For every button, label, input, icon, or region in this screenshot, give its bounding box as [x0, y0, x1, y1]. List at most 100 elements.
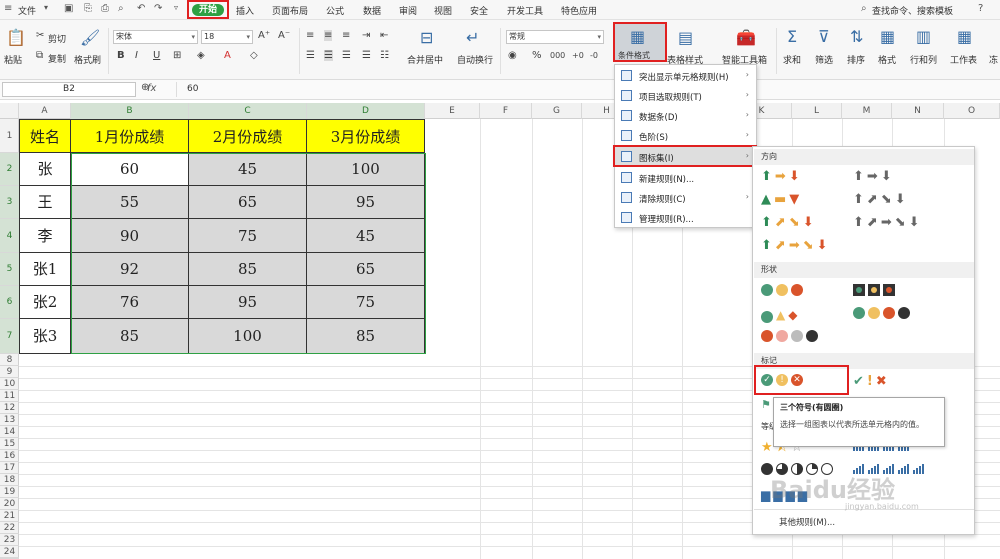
column-header-l[interactable]: L	[792, 103, 842, 119]
icon-set-3-arrows-gray[interactable]: ⬆ ➡ ⬇	[853, 169, 895, 187]
format-button[interactable]: 格式	[878, 53, 896, 66]
more-rules-item[interactable]: 其他规则(M)...	[779, 516, 835, 528]
icon-set-3-traffic-lights-rimmed[interactable]	[853, 284, 898, 302]
font-grow-icon[interactable]: A⁺	[258, 30, 270, 41]
column-header-c[interactable]: C	[189, 103, 307, 119]
worksheet-button[interactable]: 工作表	[950, 53, 977, 66]
table-cell[interactable]: 90	[71, 219, 189, 253]
tab-developer[interactable]: 开发工具	[507, 4, 543, 17]
icon-set-3-traffic-lights[interactable]	[761, 284, 806, 302]
table-cell[interactable]: 65	[307, 253, 425, 286]
column-header-b[interactable]: B	[71, 103, 189, 119]
table-cell[interactable]: 75	[307, 286, 425, 319]
formula-input[interactable]: 60	[176, 82, 1000, 97]
table-cell[interactable]: 92	[71, 253, 189, 286]
row-header[interactable]: 20	[0, 498, 19, 510]
tab-home[interactable]: 开始	[192, 4, 224, 16]
merge-center-icon[interactable]: ⊟	[420, 28, 433, 47]
name-box[interactable]: B2	[2, 82, 136, 97]
column-header-n[interactable]: N	[892, 103, 944, 119]
copy-button[interactable]: 复制	[48, 52, 66, 65]
table-cell[interactable]: 65	[189, 186, 307, 219]
row-header[interactable]: 13	[0, 414, 19, 426]
redo-icon[interactable]: ↷	[154, 3, 162, 14]
row-header[interactable]: 4	[0, 219, 19, 253]
sort-icon[interactable]: ⇅	[850, 27, 863, 46]
table-cell[interactable]: 95	[307, 186, 425, 219]
fill-color-icon[interactable]: ◈	[197, 50, 205, 61]
font-name-select[interactable]: 宋体 ▾	[113, 30, 198, 44]
row-header[interactable]: 19	[0, 486, 19, 498]
row-header[interactable]: 24	[0, 546, 19, 558]
table-cell[interactable]: 45	[307, 219, 425, 253]
column-header-e[interactable]: E	[425, 103, 480, 119]
filter-button[interactable]: 筛选	[815, 53, 833, 66]
worksheet-icon[interactable]: ▦	[957, 27, 972, 46]
icon-set-4-arrows-colored[interactable]: ⬆ ⬈ ⬊ ⬇	[761, 215, 817, 233]
column-header-o[interactable]: O	[944, 103, 1000, 119]
italic-icon[interactable]: I	[135, 50, 138, 61]
currency-icon[interactable]: ◉	[508, 50, 517, 61]
table-cell[interactable]: 张	[19, 153, 71, 186]
font-color-icon[interactable]: A	[224, 50, 231, 61]
underline-icon[interactable]: U	[153, 50, 160, 61]
align-right-icon[interactable]: ☰	[342, 50, 351, 61]
column-header-d[interactable]: D	[307, 103, 425, 119]
align-left-icon[interactable]: ☰	[306, 50, 315, 61]
table-cell[interactable]: 85	[189, 253, 307, 286]
preview-icon[interactable]: ⌕	[118, 3, 124, 14]
number-format-select[interactable]: 常规 ▾	[506, 30, 604, 44]
align-bottom-icon[interactable]: ≡	[342, 30, 350, 41]
export-icon[interactable]: ⎘	[84, 3, 92, 14]
row-header[interactable]: 10	[0, 378, 19, 390]
table-cell[interactable]: 85	[71, 319, 189, 354]
menu-item-color-scales[interactable]: 色阶(S) ›	[615, 126, 756, 146]
freeze-button[interactable]: 冻	[989, 53, 998, 66]
icon-set-3-arrows-colored[interactable]: ⬆ ➡ ⬇	[761, 169, 803, 187]
row-header[interactable]: 1	[0, 119, 19, 153]
menu-item-manage-rules[interactable]: 管理规则(R)...	[615, 208, 756, 228]
undo-icon[interactable]: ↶	[137, 3, 145, 14]
font-shrink-icon[interactable]: A⁻	[278, 30, 290, 41]
print-icon[interactable]: ⎙	[101, 3, 109, 14]
table-cell[interactable]: 100	[189, 319, 307, 354]
paste-button[interactable]: 粘贴	[4, 53, 22, 66]
table-cell[interactable]: 76	[71, 286, 189, 319]
menu-item-data-bars[interactable]: 数据条(D) ›	[615, 106, 756, 126]
row-header[interactable]: 14	[0, 426, 19, 438]
row-header[interactable]: 15	[0, 438, 19, 450]
border-icon[interactable]: ⊞	[173, 50, 181, 61]
table-header-cell[interactable]: 2月份成绩	[189, 119, 307, 153]
menu-item-top-bottom-rules[interactable]: 项目选取规则(T) ›	[615, 86, 756, 106]
tab-page-layout[interactable]: 页面布局	[272, 4, 308, 17]
merge-center-button[interactable]: 合并居中	[407, 53, 443, 66]
tab-view[interactable]: 视图	[434, 4, 452, 17]
font-size-select[interactable]: 18 ▾	[201, 30, 253, 44]
paste-icon[interactable]: 📋	[6, 28, 26, 47]
row-header[interactable]: 2	[0, 153, 19, 186]
toolbox-icon[interactable]: 🧰	[736, 28, 756, 47]
tab-data[interactable]: 数据	[363, 4, 381, 17]
table-header-cell[interactable]: 姓名	[19, 119, 71, 153]
table-cell[interactable]: 55	[71, 186, 189, 219]
format-painter-button[interactable]: 格式刷	[74, 53, 101, 66]
row-header[interactable]: 6	[0, 286, 19, 319]
row-header[interactable]: 7	[0, 319, 19, 354]
tab-formulas[interactable]: 公式	[326, 4, 344, 17]
column-header-f[interactable]: F	[480, 103, 532, 119]
menu-item-highlight-rules[interactable]: 突出显示单元格规则(H) ›	[615, 66, 756, 86]
table-style-icon[interactable]: ▤	[678, 28, 693, 47]
icon-set-red-to-black[interactable]	[761, 330, 821, 348]
row-header[interactable]: 18	[0, 474, 19, 486]
table-header-cell[interactable]: 1月份成绩	[71, 119, 189, 153]
thousands-icon[interactable]: 000	[550, 51, 565, 60]
row-header[interactable]: 5	[0, 253, 19, 286]
file-menu[interactable]: 文件	[18, 4, 36, 17]
column-header-m[interactable]: M	[842, 103, 892, 119]
row-header[interactable]: 22	[0, 522, 19, 534]
distribute-icon[interactable]: ☷	[380, 50, 389, 61]
icon-set-4-arrows-gray[interactable]: ⬆ ⬈ ⬊ ⬇	[853, 192, 909, 210]
row-header[interactable]: 11	[0, 390, 19, 402]
icon-set-3-triangles[interactable]: ▲ ▬ ▼	[761, 192, 802, 210]
column-header-g[interactable]: G	[532, 103, 582, 119]
